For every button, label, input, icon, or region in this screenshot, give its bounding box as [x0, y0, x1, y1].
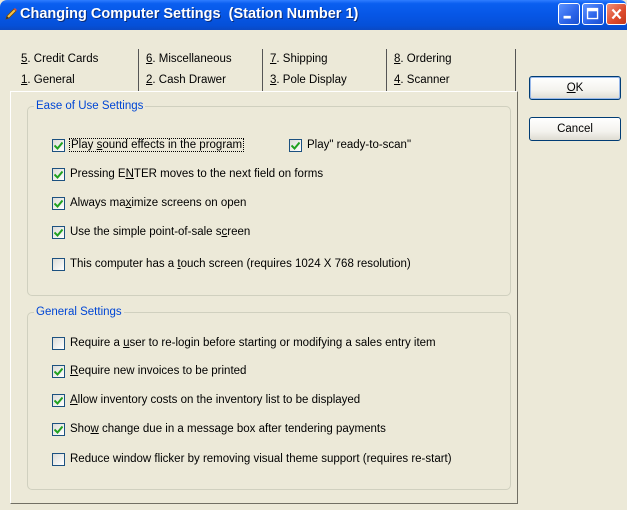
label-mnemonic: A — [70, 394, 78, 406]
play-ready-to-scan-checkbox[interactable]: Play" ready-to-scan" — [289, 137, 411, 153]
tab-label: . Ordering — [400, 53, 452, 65]
checkbox-label: Pressing ENTER moves to the next field o… — [70, 168, 323, 180]
label-text: TER moves to the next field on forms — [133, 168, 324, 180]
always-maximize-checkbox[interactable]: Always maximize screens on open — [52, 195, 246, 211]
checkbox-label: Require new invoices to be printed — [70, 365, 246, 377]
checkbox-box[interactable] — [52, 225, 65, 239]
label-text: imize screens on open — [131, 197, 247, 209]
close-icon — [611, 8, 622, 20]
label-text: Always ma — [70, 197, 126, 209]
checkbox-label: Use the simple point-of-sale screen — [70, 226, 250, 238]
show-change-due-checkbox[interactable]: Show change due in a message box after t… — [52, 421, 386, 437]
label-text: This computer has a — [70, 258, 178, 270]
general-tab-panel: Ease of Use Settings General Settings Pl… — [10, 91, 518, 504]
label-text: ser to re-login before starting or modif… — [129, 337, 436, 349]
label-text: ound effects in the program — [102, 139, 243, 151]
pencil-icon — [4, 7, 18, 21]
label-text: ouch screen (requires 1024 X 768 resolut… — [180, 258, 411, 270]
cancel-label: Cancel — [557, 123, 593, 135]
require-relogin-checkbox[interactable]: Require a user to re-login before starti… — [52, 335, 436, 351]
checkbox-box[interactable] — [289, 138, 302, 152]
label-text: llow inventory costs on the inventory li… — [77, 394, 361, 406]
tab-label: . Shipping — [276, 53, 328, 65]
label-text: Pressing E — [70, 168, 126, 180]
ok-button[interactable]: OK — [529, 76, 621, 100]
checkbox-label: Always maximize screens on open — [70, 197, 246, 209]
checkbox-box[interactable] — [52, 138, 65, 152]
check-icon — [54, 425, 63, 434]
check-icon — [54, 228, 63, 237]
maximize-button[interactable] — [582, 3, 604, 25]
checkbox-label: Play" ready-to-scan" — [307, 139, 411, 151]
ease-of-use-legend: Ease of Use Settings — [34, 99, 146, 113]
tab-cash-drawer[interactable]: 2. Cash Drawer — [141, 70, 263, 91]
label-mnemonic: w — [90, 423, 99, 435]
window-title: Changing Computer Settings (Station Numb… — [20, 6, 359, 22]
checkbox-box[interactable] — [52, 167, 65, 181]
checkbox-box[interactable] — [52, 452, 65, 466]
check-icon — [54, 367, 63, 376]
checkbox-box[interactable] — [52, 336, 65, 350]
tab-ordering[interactable]: 8. Ordering — [389, 49, 516, 70]
checkbox-label: This computer has a touch screen (requir… — [70, 258, 411, 270]
tab-pole-display[interactable]: 3. Pole Display — [265, 70, 387, 91]
minimize-icon — [563, 15, 571, 19]
label-text: reen — [227, 226, 251, 238]
label-text: Sho — [70, 423, 91, 435]
minimize-button[interactable] — [558, 3, 580, 25]
check-icon — [54, 141, 63, 150]
require-invoices-printed-checkbox[interactable]: Require new invoices to be printed — [52, 363, 246, 379]
label-text: Require a — [70, 337, 124, 349]
tab-label: . Scanner — [400, 74, 450, 86]
label-text: Play — [71, 139, 97, 151]
label-mnemonic: N — [125, 168, 134, 180]
maximize-icon — [586, 7, 599, 20]
ok-label: K — [575, 82, 584, 94]
label-text: change due in a message box after tender… — [98, 423, 386, 435]
tab-label: . General — [27, 74, 75, 86]
checkbox-label: Allow inventory costs on the inventory l… — [70, 394, 360, 406]
tab-credit-cards[interactable]: 5. Credit Cards — [16, 49, 139, 70]
check-icon — [54, 170, 63, 179]
tab-label: . Pole Display — [276, 74, 347, 86]
tab-label: . Cash Drawer — [152, 74, 226, 86]
ok-mnemonic: O — [566, 82, 576, 94]
label-text: Play" ready-to-scan" — [307, 139, 412, 151]
tab-scanner[interactable]: 4. Scanner — [389, 70, 516, 91]
reduce-flicker-checkbox[interactable]: Reduce window flicker by removing visual… — [52, 451, 452, 467]
label-text: equire new invoices to be printed — [78, 365, 247, 377]
check-icon — [291, 141, 300, 150]
checkbox-label: Show change due in a message box after t… — [70, 423, 386, 435]
allow-inventory-costs-checkbox[interactable]: Allow inventory costs on the inventory l… — [52, 392, 360, 408]
cancel-button[interactable]: Cancel — [529, 117, 621, 141]
checkbox-box[interactable] — [52, 422, 65, 436]
play-sound-effects-checkbox[interactable]: Play sound effects in the program — [52, 137, 245, 153]
touch-screen-checkbox[interactable]: This computer has a touch screen (requir… — [52, 256, 411, 272]
tab-general[interactable]: 1. General — [16, 70, 139, 91]
general-settings-legend: General Settings — [34, 305, 124, 319]
title-bar[interactable]: Changing Computer Settings (Station Numb… — [0, 0, 627, 30]
tab-shipping[interactable]: 7. Shipping — [265, 49, 387, 70]
enter-moves-next-field-checkbox[interactable]: Pressing ENTER moves to the next field o… — [52, 166, 323, 182]
checkbox-label: Play sound effects in the program — [68, 138, 245, 152]
checkbox-box[interactable] — [52, 364, 65, 378]
tab-label: . Miscellaneous — [152, 53, 232, 65]
label-text: Reduce window flicker by removing visual… — [70, 453, 452, 465]
checkbox-label: Require a user to re-login before starti… — [70, 337, 436, 349]
label-text: Use the simple point-of-sale s — [70, 226, 222, 238]
checkbox-box[interactable] — [52, 393, 65, 407]
simple-pos-screen-checkbox[interactable]: Use the simple point-of-sale screen — [52, 224, 250, 240]
checkbox-box[interactable] — [52, 257, 65, 271]
checkbox-box[interactable] — [52, 196, 65, 210]
tab-label: . Credit Cards — [27, 53, 99, 65]
checkbox-label: Reduce window flicker by removing visual… — [70, 453, 452, 465]
check-icon — [54, 396, 63, 405]
check-icon — [54, 199, 63, 208]
close-button[interactable] — [606, 3, 627, 25]
tab-miscellaneous[interactable]: 6. Miscellaneous — [141, 49, 263, 70]
